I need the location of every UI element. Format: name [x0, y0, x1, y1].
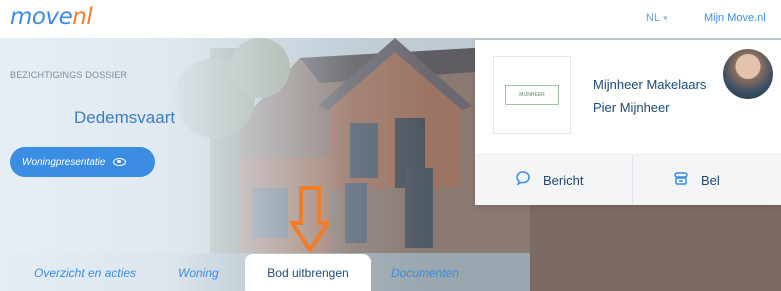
agent-avatar	[723, 49, 773, 99]
account-link[interactable]: Mijn Move.nl	[704, 12, 766, 24]
agency-logo: MIJNHEER	[493, 56, 571, 134]
property-city: Dedemsvaart	[74, 108, 176, 127]
move-nl-logo[interactable]: movenl	[10, 4, 93, 30]
top-bar: movenl NL ▾ Mijn Move.nl	[0, 0, 781, 38]
agent-card: MIJNHEER Mijnheer Makelaars Pier Mijnhee…	[475, 40, 781, 205]
call-button[interactable]: Bel	[632, 155, 781, 205]
presentation-button-label: Woningpresentatie	[22, 156, 106, 168]
dossier-kicker: BEZICHTIGINGS DOSSIER	[10, 70, 128, 80]
call-button-label: Bel	[701, 172, 720, 188]
presentation-button[interactable]: Woningpresentatie	[10, 147, 155, 177]
message-button[interactable]: Bericht	[475, 155, 631, 205]
agent-actions: Bericht Bel	[475, 155, 781, 205]
agency-logo-mark: MIJNHEER	[505, 85, 559, 105]
chat-bubble-icon	[515, 170, 531, 190]
agency-name: Mijnheer Makelaars	[593, 77, 707, 92]
down-arrow-annotation	[290, 186, 330, 253]
agent-name: Pier Mijnheer	[593, 100, 670, 115]
dossier-tabs: Overzicht en acties Woning Bod uitbrenge…	[0, 254, 781, 291]
eye-icon	[113, 158, 127, 166]
phone-icon	[673, 170, 689, 190]
tab-property[interactable]: Woning	[178, 254, 219, 291]
tab-documents[interactable]: Documenten	[391, 254, 459, 291]
tab-place-bid[interactable]: Bod uitbrengen	[245, 254, 371, 291]
chevron-down-icon: ▾	[663, 12, 668, 23]
message-button-label: Bericht	[543, 172, 584, 188]
language-label: NL	[646, 12, 661, 24]
tab-overview[interactable]: Overzicht en acties	[34, 254, 136, 291]
language-selector[interactable]: NL ▾	[646, 12, 668, 24]
